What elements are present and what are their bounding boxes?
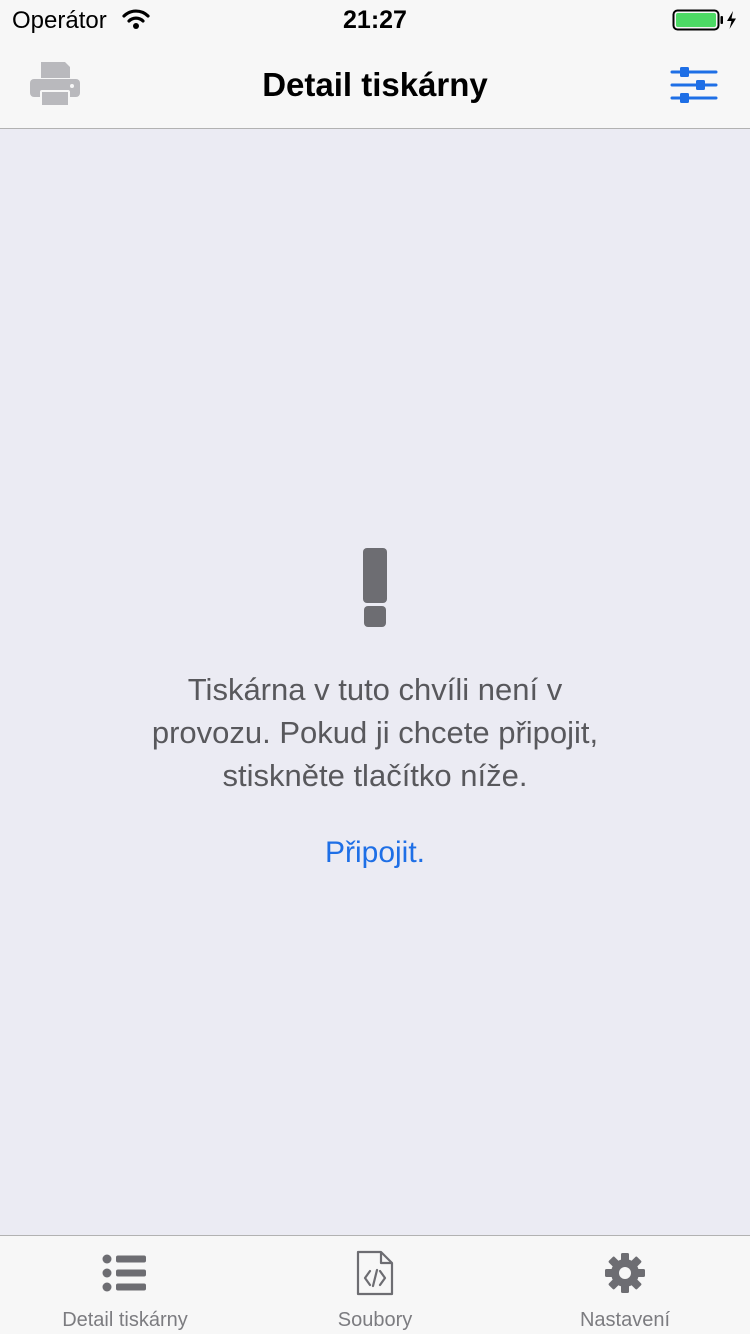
content-area: Tiskárna v tuto chvíli není v provozu. P… — [0, 130, 750, 1235]
tab-settings[interactable]: Nastavení — [500, 1236, 750, 1334]
battery-charging-icon — [672, 9, 736, 31]
tab-printer-detail[interactable]: Detail tiskárny — [0, 1236, 250, 1334]
message-line: provozu. Pokud ji chcete připojit, — [151, 715, 599, 750]
page-title: Detail tiskárny — [262, 66, 488, 103]
list-icon — [102, 1254, 146, 1292]
nav-bar: Detail tiskárny — [0, 40, 750, 129]
message-line: stiskněte tlačítko níže. — [222, 758, 528, 793]
connect-button[interactable]: Připojit. — [0, 836, 750, 870]
tab-label: Detail tiskárny — [62, 1309, 188, 1331]
code-file-icon — [356, 1250, 394, 1296]
tab-label: Soubory — [337, 1309, 413, 1331]
tab-files[interactable]: Soubory — [250, 1236, 500, 1334]
tab-bar: Detail tiskárny Soubory Nastavení — [0, 1235, 750, 1334]
message-line: Tiskárna v tuto chvíli není v — [187, 672, 563, 707]
exclamation-icon — [363, 548, 387, 627]
sliders-icon[interactable] — [668, 62, 720, 108]
gear-icon — [605, 1253, 645, 1293]
offline-message: Tiskárna v tuto chvíli není v provozu. P… — [110, 668, 640, 797]
status-bar: Operátor 21:27 — [0, 0, 750, 40]
tab-label: Nastavení — [579, 1309, 671, 1331]
status-time: 21:27 — [343, 6, 407, 34]
